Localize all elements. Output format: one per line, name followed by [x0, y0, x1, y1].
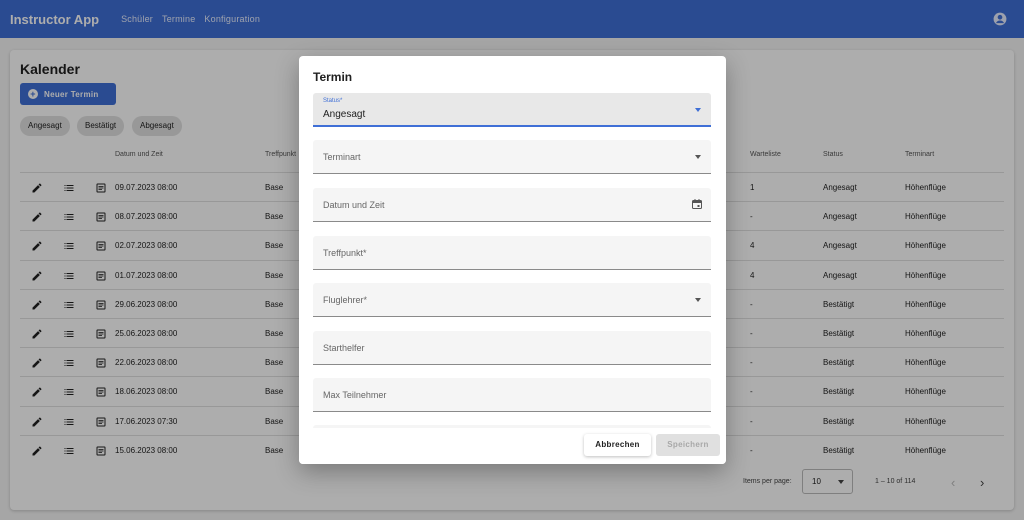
- meeting-point-label: Treffpunkt*: [323, 248, 367, 258]
- max-participants-label: Max Teilnehmer: [323, 390, 387, 400]
- helper-label: Starthelfer: [323, 343, 365, 353]
- instructor-select[interactable]: Fluglehrer*: [313, 283, 711, 317]
- datetime-label: Datum und Zeit: [323, 200, 385, 210]
- max-participants-field[interactable]: Max Teilnehmer: [313, 378, 711, 412]
- type-select[interactable]: Terminart: [313, 140, 711, 174]
- dialog-actions: Abbrechen Speichern: [299, 428, 726, 464]
- appointment-dialog: Termin Status* Angesagt Terminart Datum …: [299, 56, 726, 464]
- dropdown-arrow-icon: [695, 155, 701, 159]
- status-label: Status*: [323, 98, 343, 104]
- dropdown-arrow-icon: [695, 298, 701, 302]
- save-button[interactable]: Speichern: [656, 434, 720, 456]
- status-select[interactable]: Status* Angesagt: [313, 93, 711, 127]
- dropdown-arrow-icon: [695, 108, 701, 112]
- datetime-field[interactable]: Datum und Zeit: [313, 188, 711, 222]
- status-value: Angesagt: [323, 109, 366, 120]
- helper-field[interactable]: Starthelfer: [313, 331, 711, 365]
- instructor-label: Fluglehrer*: [323, 295, 368, 305]
- meeting-point-field[interactable]: Treffpunkt*: [313, 236, 711, 270]
- type-label: Terminart: [323, 152, 361, 162]
- dialog-title: Termin: [313, 70, 353, 84]
- cancel-button[interactable]: Abbrechen: [584, 434, 651, 456]
- calendar-icon[interactable]: [691, 198, 703, 210]
